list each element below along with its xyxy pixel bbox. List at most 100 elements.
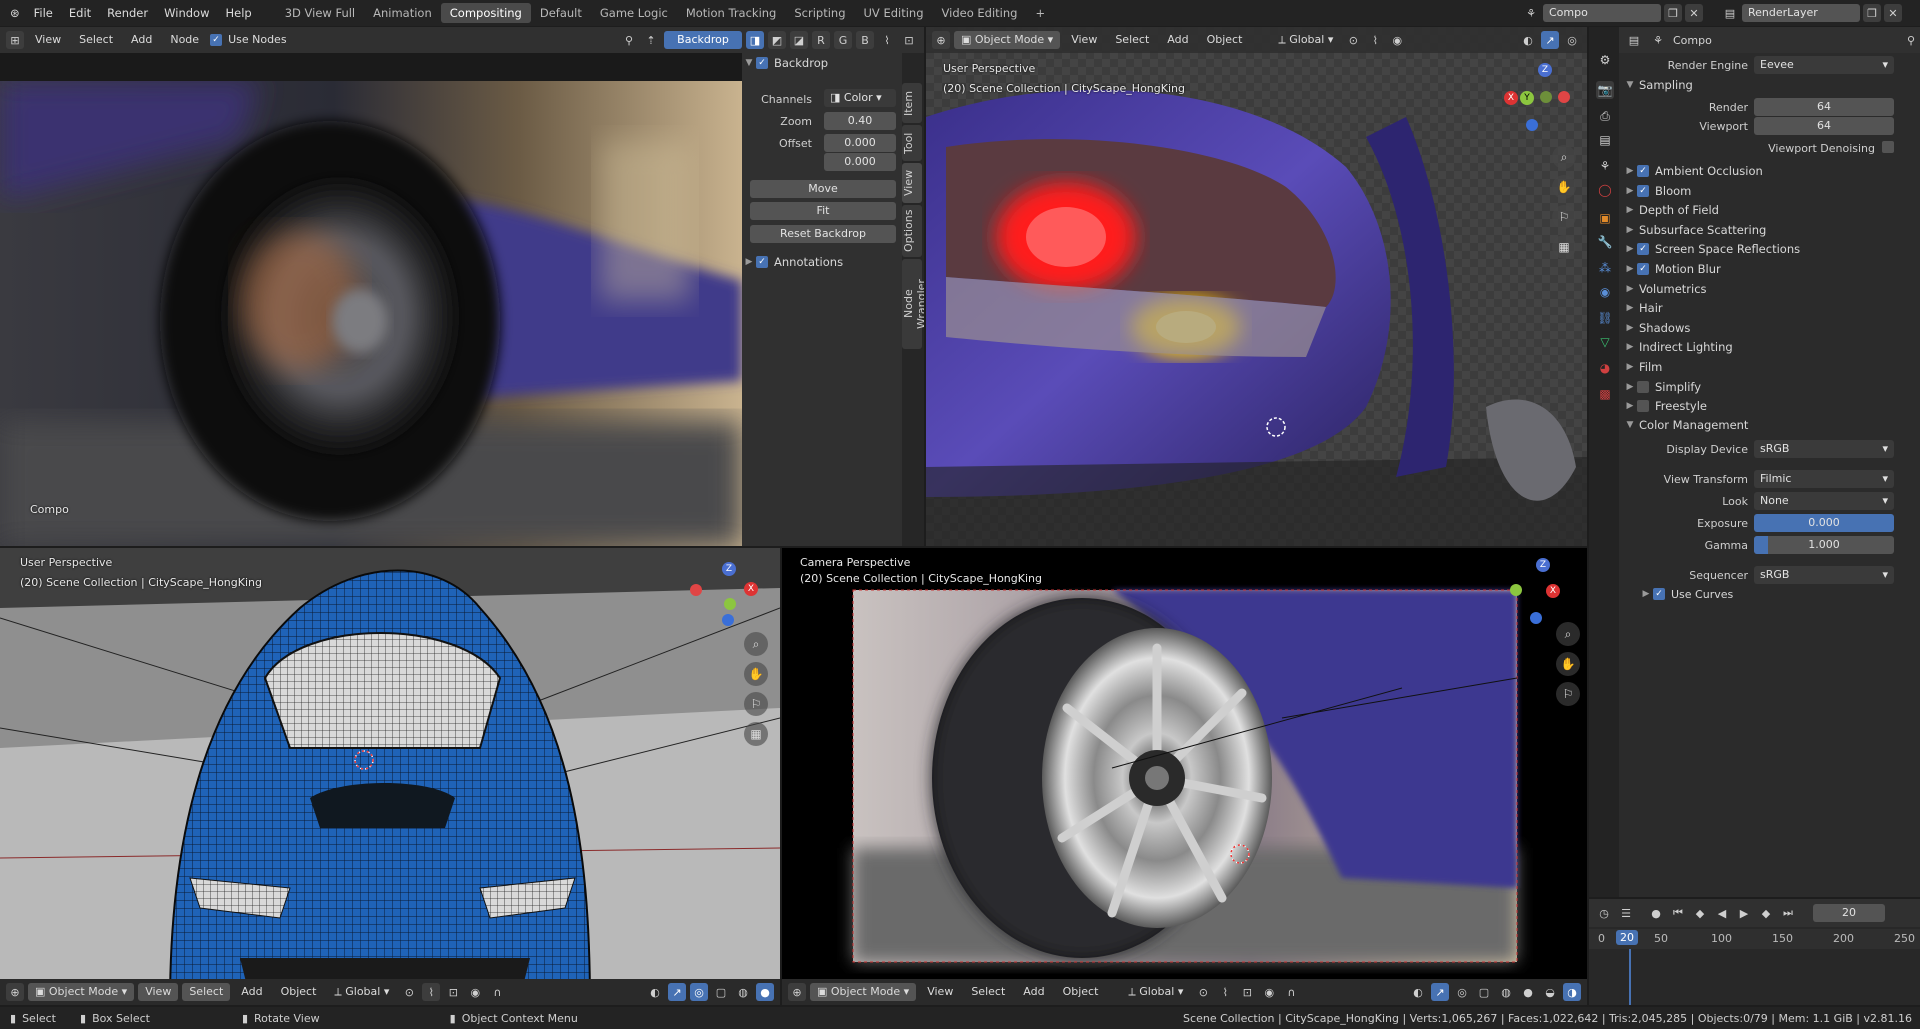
panel-volumetrics[interactable]: ▶ Volumetrics	[1619, 279, 1920, 299]
shading-solid-icon[interactable]: ●	[1519, 983, 1537, 1001]
menu-add[interactable]: Add	[1160, 31, 1195, 49]
pivot-icon[interactable]: ⊙	[1344, 31, 1362, 49]
camera-icon[interactable]: ⚐	[1552, 205, 1576, 229]
gamma-slider[interactable]: 1.000	[1754, 536, 1894, 554]
pivot-icon[interactable]: ⊙	[400, 983, 418, 1001]
snap-type-icon[interactable]: ⊡	[444, 983, 462, 1001]
simplify-checkbox[interactable]	[1637, 380, 1649, 393]
use-nodes-checkbox[interactable]: ✓	[210, 34, 223, 46]
gizmo-toggle-icon[interactable]: ↗	[1541, 31, 1559, 49]
panel-film[interactable]: ▶ Film	[1619, 357, 1920, 377]
shading-material-icon[interactable]: ◒	[1541, 983, 1559, 1001]
scene-name-field[interactable]: Compo	[1543, 4, 1661, 22]
panel-subsurface-scattering[interactable]: ▶ Subsurface Scattering	[1619, 220, 1920, 240]
menu-view[interactable]: View	[138, 983, 179, 1001]
camera-icon[interactable]: ⚐	[1556, 682, 1580, 706]
channels-dropdown[interactable]: ◨ Color ▾	[824, 89, 896, 107]
panel-freestyle[interactable]: ▶ Freestyle	[1619, 396, 1920, 416]
backdrop-toggle-button[interactable]: Backdrop	[664, 31, 742, 49]
parent-node-tree-icon[interactable]: ⇡	[642, 31, 660, 49]
snap-icon[interactable]: ⌇	[1216, 983, 1234, 1001]
menu-edit[interactable]: Edit	[61, 0, 99, 26]
view-layer-icon[interactable]: ▤	[1721, 4, 1739, 22]
sidebar-tab-view[interactable]: View	[902, 163, 922, 203]
gizmo-neg-z[interactable]	[1530, 612, 1542, 624]
material-tab-icon[interactable]: ◕	[1596, 359, 1614, 377]
shading-wireframe-icon[interactable]: ◍	[1497, 983, 1515, 1001]
data-tab-icon[interactable]: ▽	[1596, 333, 1614, 351]
viewport-denoising-checkbox[interactable]	[1882, 141, 1894, 153]
blender-logo-icon[interactable]: ⊛	[0, 0, 26, 26]
menu-object[interactable]: Object	[1056, 983, 1106, 1001]
menu-help[interactable]: Help	[217, 0, 259, 26]
offset-x-field[interactable]: 0.000	[824, 134, 896, 152]
panel-hair[interactable]: ▶ Hair	[1619, 298, 1920, 318]
view-layer-field[interactable]: RenderLayer	[1742, 4, 1860, 22]
particles-tab-icon[interactable]: ⁂	[1596, 259, 1614, 277]
editor-type-3d-icon[interactable]: ⊕	[932, 31, 950, 49]
backdrop-checkbox[interactable]: ✓	[756, 57, 768, 69]
channel-alpha-icon[interactable]: ◪	[790, 31, 808, 49]
editor-type-3d-icon[interactable]: ⊕	[788, 983, 806, 1001]
ambient-occlusion-checkbox[interactable]: ✓	[1637, 165, 1649, 177]
tab-video-editing[interactable]: Video Editing	[933, 3, 1027, 23]
snap-icon[interactable]: ⌇	[878, 31, 896, 49]
visibility-icon[interactable]: ◐	[646, 983, 664, 1001]
xray-icon[interactable]: ▢	[1475, 983, 1493, 1001]
scene-icon[interactable]: ⚘	[1522, 4, 1540, 22]
menu-view[interactable]: View	[28, 31, 68, 49]
backdrop-panel-header[interactable]: ▼ ✓ Backdrop	[742, 53, 902, 73]
gizmo-neg-y[interactable]	[1540, 91, 1552, 103]
object-tab-icon[interactable]: ▣	[1596, 209, 1614, 227]
overlay-icon[interactable]: ◎	[690, 983, 708, 1001]
proportional-edit-icon[interactable]: ◉	[1260, 983, 1278, 1001]
panel-bloom[interactable]: ▶ ✓ Bloom	[1619, 181, 1920, 201]
texture-tab-icon[interactable]: ▩	[1596, 385, 1614, 403]
channel-color-icon[interactable]: ◨	[746, 31, 764, 49]
navigation-gizmo[interactable]: Z X	[1502, 558, 1576, 628]
zoom-icon[interactable]: ⌕	[744, 632, 768, 656]
orientation-dropdown[interactable]: ⟂ Global ▾	[327, 983, 396, 1001]
tab-uv-editing[interactable]: UV Editing	[855, 3, 933, 23]
orientation-dropdown[interactable]: ⟂ Global ▾	[1271, 31, 1340, 49]
look-dropdown[interactable]: None ▾	[1754, 492, 1894, 510]
menu-file[interactable]: File	[26, 0, 61, 26]
gizmo-toggle-icon[interactable]: ↗	[668, 983, 686, 1001]
object-mode-dropdown[interactable]: ▣ Object Mode ▾	[28, 983, 135, 1001]
duplicate-scene-icon[interactable]: ❐	[1664, 4, 1682, 22]
editor-type-timeline-icon[interactable]: ◷	[1595, 904, 1613, 922]
sequencer-dropdown[interactable]: sRGB ▾	[1754, 566, 1894, 584]
delete-scene-icon[interactable]: ✕	[1685, 4, 1703, 22]
viewport-samples-field[interactable]: 64	[1754, 117, 1894, 135]
channel-color-alpha-icon[interactable]: ◩	[768, 31, 786, 49]
pin-icon[interactable]: ⚲	[1902, 31, 1920, 49]
menu-select[interactable]: Select	[964, 983, 1012, 1001]
menu-view[interactable]: View	[1064, 31, 1104, 49]
object-mode-dropdown[interactable]: ▣ Object Mode ▾	[954, 31, 1061, 49]
gizmo-z-axis[interactable]: Z	[1538, 63, 1552, 77]
tab-scripting[interactable]: Scripting	[785, 3, 854, 23]
menu-object[interactable]: Object	[274, 983, 324, 1001]
render-tab-icon[interactable]: 📷	[1596, 81, 1614, 99]
screen-space-reflections-checkbox[interactable]: ✓	[1637, 243, 1649, 256]
channel-b-button[interactable]: B	[856, 31, 874, 49]
menu-node[interactable]: Node	[163, 31, 206, 49]
pan-hand-icon[interactable]: ✋	[1556, 652, 1580, 676]
pan-hand-icon[interactable]: ✋	[1552, 175, 1576, 199]
annotations-panel-header[interactable]: ▶ ✓ Annotations	[742, 252, 902, 272]
tab-animation[interactable]: Animation	[364, 3, 441, 23]
falloff-icon[interactable]: ∩	[488, 983, 506, 1001]
snap-type-icon[interactable]: ⊡	[1238, 983, 1256, 1001]
visibility-icon[interactable]: ◐	[1519, 31, 1537, 49]
annotations-checkbox[interactable]: ✓	[756, 256, 768, 268]
shading-rendered-icon[interactable]: ◑	[1563, 983, 1581, 1001]
record-icon[interactable]: ●	[1647, 904, 1665, 922]
proportional-edit-icon[interactable]: ◉	[1388, 31, 1406, 49]
menu-window[interactable]: Window	[156, 0, 217, 26]
jump-start-icon[interactable]: ⏮	[1669, 904, 1687, 922]
menu-select[interactable]: Select	[72, 31, 120, 49]
gizmo-x-axis[interactable]: X	[1504, 91, 1518, 105]
orientation-dropdown[interactable]: ⟂ Global ▾	[1121, 983, 1190, 1001]
panel-depth-of-field[interactable]: ▶ Depth of Field	[1619, 200, 1920, 220]
view-layer-tab-icon[interactable]: ▤	[1596, 131, 1614, 149]
